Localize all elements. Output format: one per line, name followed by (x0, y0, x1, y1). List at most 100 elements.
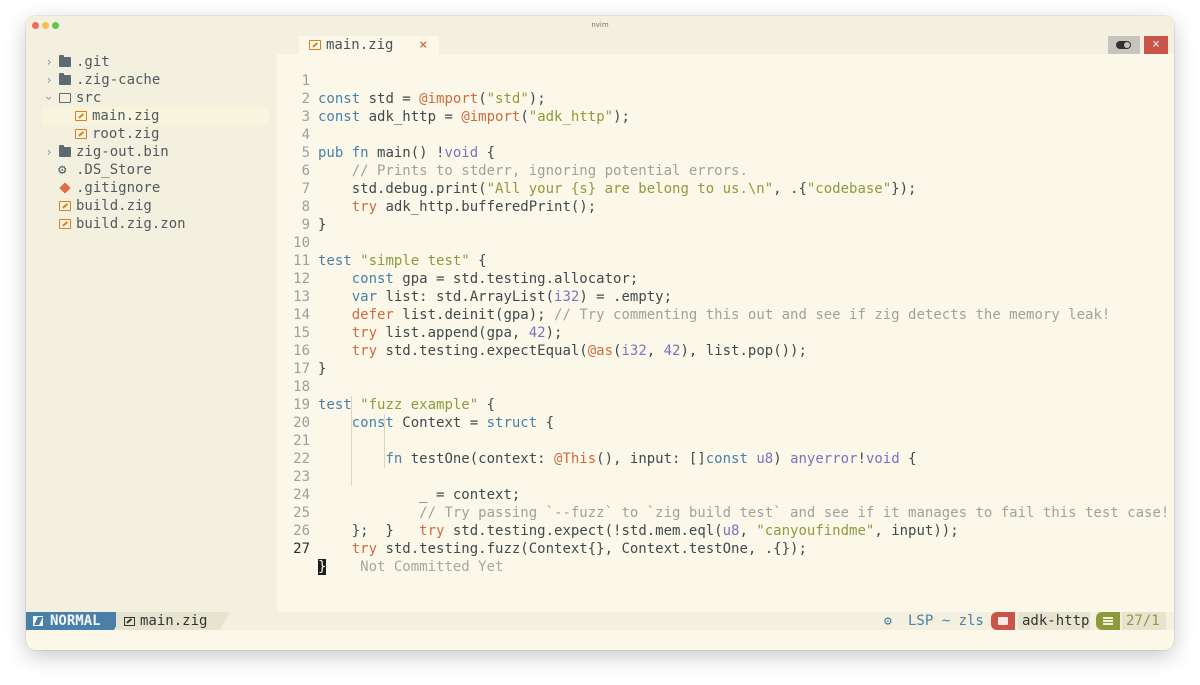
tree-item-label: .DS_Store (76, 162, 152, 178)
tree-item-build-zig-zon[interactable]: build.zig.zon (42, 215, 269, 233)
lines-icon (1096, 612, 1120, 630)
chevron-right-icon[interactable]: › (42, 53, 56, 71)
tab-main-zig[interactable]: main.zig × (299, 36, 439, 54)
code-line: 19 const Context = struct { (277, 378, 1174, 431)
indent-guide (351, 432, 352, 450)
tree-item-gitignore[interactable]: .gitignore (42, 179, 269, 197)
statusbar-file-name: main.zig (140, 613, 208, 629)
chevron-right-icon[interactable]: › (42, 71, 56, 89)
code-line: 11 const gpa = std.testing.allocator; (277, 234, 1174, 287)
chevron-right-icon[interactable]: › (42, 143, 56, 161)
tree-item-ds-store[interactable]: ⚙ .DS_Store (42, 161, 269, 179)
code-line: 14 try list.append(gpa, 42); (277, 288, 1174, 341)
indent-guide (351, 468, 352, 486)
mode-indicator: NORMAL (26, 612, 114, 630)
close-button[interactable]: × (1144, 36, 1168, 54)
code-line: 15 try std.testing.expectEqual(@as(i32, … (277, 306, 1174, 359)
tree-item-git[interactable]: › .git (42, 53, 269, 71)
statusbar-file: main.zig (116, 612, 220, 630)
code-line: 24 } (277, 468, 1174, 539)
tab-close-icon[interactable]: × (419, 36, 427, 54)
file-tree: › .git › .zig-cache › src main.zig root.… (26, 36, 277, 612)
window-title: nvim (591, 21, 609, 29)
tree-item-root-zig[interactable]: root.zig (42, 125, 269, 143)
tree-item-main-zig[interactable]: main.zig (42, 107, 269, 125)
folder-open-icon (59, 93, 71, 103)
folder-icon (59, 73, 71, 85)
tree-item-label: zig-out.bin (76, 144, 169, 160)
mode-label: NORMAL (50, 613, 101, 629)
zig-file-icon (59, 219, 71, 229)
indent-guide (384, 450, 385, 468)
code-line: 7 try adk_http.bufferedPrint(); (277, 162, 1174, 215)
gears-icon: ⚙ (884, 614, 892, 629)
tree-item-label: .git (76, 54, 110, 70)
cursor: } (318, 559, 327, 575)
code-line: 8 } (277, 180, 1174, 233)
title-bar: nvim (26, 16, 1174, 36)
toggle-icon (1116, 41, 1131, 49)
git-blame-text: Not Committed Yet (360, 559, 504, 575)
zig-file-icon (75, 111, 87, 121)
tree-item-src[interactable]: › src (42, 89, 269, 107)
code-text: } Not Committed Yet (318, 558, 503, 576)
file-separator (220, 612, 230, 630)
code-line: 12 var list: std.ArrayList(i32) = .empty… (277, 252, 1174, 305)
tree-item-label: build.zig.zon (76, 216, 186, 232)
code-line: 17 (277, 342, 1174, 377)
zig-file-icon (124, 617, 135, 626)
indent-guide (384, 432, 385, 450)
folder-icon (59, 55, 71, 67)
tree-item-label: .gitignore (76, 180, 161, 196)
code-line: 5 // Prints to stderr, ignoring potentia… (277, 126, 1174, 179)
zig-file-icon (75, 129, 87, 139)
code-line: 20 fn testOne(context: @This(), input: [… (277, 396, 1174, 467)
indent-guide (384, 414, 385, 432)
chevron-down-icon[interactable]: › (40, 91, 58, 105)
toggle-button[interactable] (1108, 36, 1140, 54)
cursor-position: 27/1 (1122, 612, 1166, 630)
code-line: 4 pub fn main() !void { (277, 108, 1174, 161)
tree-item-label: main.zig (92, 108, 160, 124)
code-line: 26 try std.testing.fuzz(Context{}, Conte… (277, 504, 1174, 557)
project-name: adk-http (1018, 612, 1090, 630)
code-line: 3 (277, 90, 1174, 125)
code-line: 23 try std.testing.expect(!std.mem.eql(u… (277, 450, 1174, 539)
code-line-current: 27 } Not Committed Yet (277, 522, 1174, 575)
gear-icon: ⚙ (58, 162, 67, 178)
line-number: 27 (293, 541, 310, 557)
folder-icon (59, 145, 71, 157)
code-line: 10 test "simple test" { (277, 216, 1174, 269)
tree-item-zig-cache[interactable]: › .zig-cache (42, 71, 269, 89)
zig-file-icon (309, 40, 321, 50)
code-line: 6 std.debug.print("All your {s} are belo… (277, 144, 1174, 197)
tree-item-label: .zig-cache (76, 72, 161, 88)
folder-icon (991, 612, 1015, 630)
git-icon (59, 182, 71, 194)
status-bar: NORMAL main.zig ⚙ LSP ~ zls adk-http 27/… (26, 612, 1174, 630)
code-line: 1 const std = @import("std"); (277, 54, 1174, 107)
code-text: try std.testing.fuzz(Context{}, Context.… (351, 541, 807, 557)
tree-item-label: build.zig (76, 198, 152, 214)
neovim-icon (33, 616, 43, 626)
code-line: 22 // Try passing `--fuzz` to `zig build… (277, 432, 1174, 521)
tree-item-build-zig[interactable]: build.zig (42, 197, 269, 215)
code-line: 2 const adk_http = @import("adk_http"); (277, 72, 1174, 125)
tree-item-label: src (76, 90, 102, 106)
app-window: nvim › .git › .zig-cache › src main.zig … (26, 16, 1174, 650)
tab-label: main.zig (326, 37, 394, 53)
code-editor[interactable]: 1 const std = @import("std"); 2 const ad… (277, 54, 1174, 612)
code-line: 21 _ = context; (277, 414, 1174, 503)
lsp-status[interactable]: LSP ~ zls (908, 612, 984, 630)
indent-guide (351, 450, 352, 468)
code-line: 18 test "fuzz example" { (277, 360, 1174, 413)
code-line: 9 (277, 198, 1174, 233)
tree-item-label: root.zig (92, 126, 160, 142)
tree-item-zig-out[interactable]: › zig-out.bin (42, 143, 269, 161)
code-line: 13 defer list.deinit(gpa); // Try commen… (277, 270, 1174, 323)
code-line: 16 } (277, 324, 1174, 377)
zig-file-icon (59, 201, 71, 211)
indent-guide (351, 414, 352, 432)
indent-guide (351, 396, 352, 414)
code-line: 25 }; (277, 486, 1174, 539)
